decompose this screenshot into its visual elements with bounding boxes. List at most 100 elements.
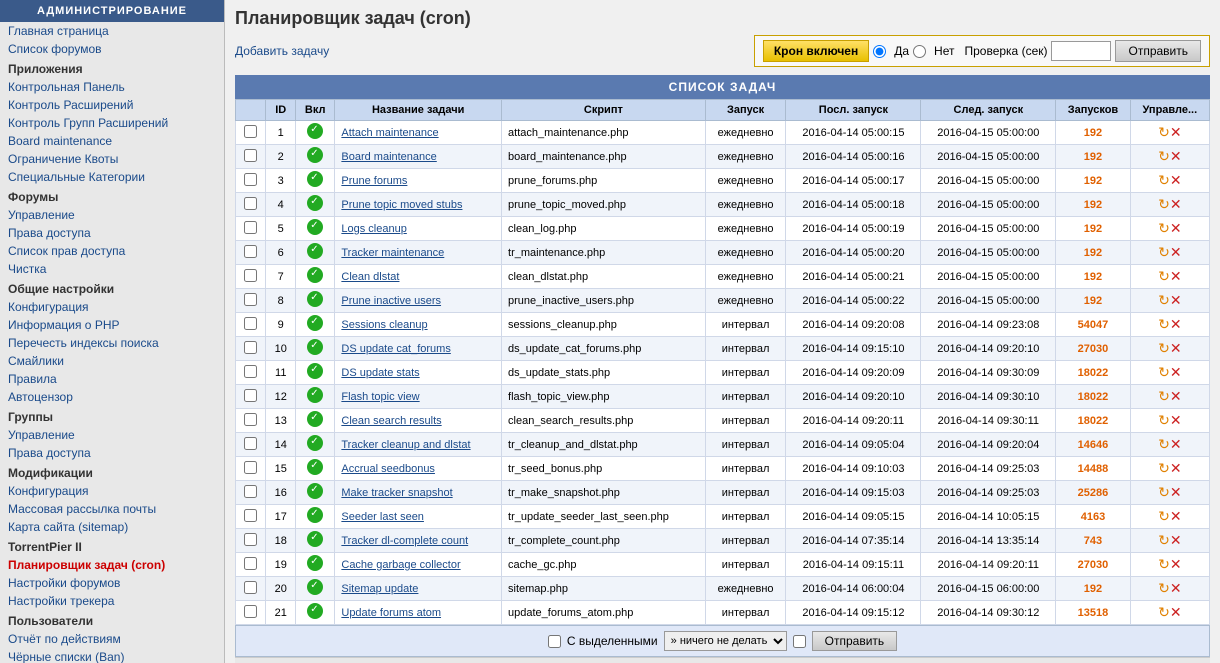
sidebar-link-17[interactable]: Перечесть индексы поиска	[0, 334, 224, 352]
delete-icon[interactable]: ✕	[1170, 436, 1182, 453]
task-name-link[interactable]: Prune inactive users	[341, 295, 441, 307]
delete-icon[interactable]: ✕	[1170, 388, 1182, 405]
sidebar-link-1[interactable]: Список форумов	[0, 40, 224, 58]
cron-enabled-button[interactable]: Крон включен	[763, 40, 869, 62]
edit-icon[interactable]: ↻	[1158, 172, 1170, 189]
delete-icon[interactable]: ✕	[1170, 340, 1182, 357]
sidebar-link-12[interactable]: Список прав доступа	[0, 242, 224, 260]
row-checkbox-3[interactable]	[244, 173, 257, 186]
row-checkbox-5[interactable]	[244, 221, 257, 234]
sidebar-link-20[interactable]: Автоцензор	[0, 388, 224, 406]
edit-icon[interactable]: ↻	[1158, 316, 1170, 333]
select-all-checkbox[interactable]	[548, 635, 561, 648]
task-name-link[interactable]: Prune topic moved stubs	[341, 199, 462, 211]
sidebar-link-8[interactable]: Специальные Категории	[0, 168, 224, 186]
task-name-link[interactable]: Attach maintenance	[341, 127, 438, 139]
delete-icon[interactable]: ✕	[1170, 364, 1182, 381]
row-checkbox-4[interactable]	[244, 197, 257, 210]
row-checkbox-10[interactable]	[244, 341, 257, 354]
task-name-link[interactable]: Sitemap update	[341, 583, 418, 595]
cron-no-radio[interactable]	[913, 45, 926, 58]
delete-icon[interactable]: ✕	[1170, 460, 1182, 477]
task-name-link[interactable]: Cache garbage collector	[341, 559, 460, 571]
bottom-checkbox[interactable]	[793, 635, 806, 648]
row-checkbox-20[interactable]	[244, 581, 257, 594]
edit-icon[interactable]: ↻	[1158, 556, 1170, 573]
sidebar-link-19[interactable]: Правила	[0, 370, 224, 388]
delete-icon[interactable]: ✕	[1170, 604, 1182, 621]
task-name-link[interactable]: Update forums atom	[341, 607, 441, 619]
sidebar-link-26[interactable]: Массовая рассылка почты	[0, 500, 224, 518]
row-checkbox-11[interactable]	[244, 365, 257, 378]
edit-icon[interactable]: ↻	[1158, 532, 1170, 549]
delete-icon[interactable]: ✕	[1170, 196, 1182, 213]
edit-icon[interactable]: ↻	[1158, 604, 1170, 621]
bulk-action-select[interactable]: » ничего не делать» удалить» включить» о…	[664, 631, 787, 651]
edit-icon[interactable]: ↻	[1158, 412, 1170, 429]
task-name-link[interactable]: Prune forums	[341, 175, 407, 187]
cron-yes-radio[interactable]	[873, 45, 886, 58]
row-checkbox-18[interactable]	[244, 533, 257, 546]
sidebar-link-4[interactable]: Контроль Расширений	[0, 96, 224, 114]
edit-icon[interactable]: ↻	[1158, 244, 1170, 261]
edit-icon[interactable]: ↻	[1158, 220, 1170, 237]
sidebar-link-25[interactable]: Конфигурация	[0, 482, 224, 500]
sidebar-link-3[interactable]: Контрольная Панель	[0, 78, 224, 96]
delete-icon[interactable]: ✕	[1170, 508, 1182, 525]
check-value-input[interactable]: 180	[1051, 41, 1111, 61]
row-checkbox-12[interactable]	[244, 389, 257, 402]
delete-icon[interactable]: ✕	[1170, 484, 1182, 501]
sidebar-link-33[interactable]: Отчёт по действиям	[0, 630, 224, 648]
sidebar-link-30[interactable]: Настройки форумов	[0, 574, 224, 592]
edit-icon[interactable]: ↻	[1158, 292, 1170, 309]
sidebar-link-11[interactable]: Права доступа	[0, 224, 224, 242]
row-checkbox-14[interactable]	[244, 437, 257, 450]
row-checkbox-2[interactable]	[244, 149, 257, 162]
row-checkbox-17[interactable]	[244, 509, 257, 522]
edit-icon[interactable]: ↻	[1158, 364, 1170, 381]
row-checkbox-15[interactable]	[244, 461, 257, 474]
task-name-link[interactable]: DS update cat_forums	[341, 343, 450, 355]
sidebar-link-10[interactable]: Управление	[0, 206, 224, 224]
row-checkbox-6[interactable]	[244, 245, 257, 258]
delete-icon[interactable]: ✕	[1170, 268, 1182, 285]
row-checkbox-9[interactable]	[244, 317, 257, 330]
edit-icon[interactable]: ↻	[1158, 508, 1170, 525]
row-checkbox-1[interactable]	[244, 125, 257, 138]
task-name-link[interactable]: Seeder last seen	[341, 511, 424, 523]
delete-icon[interactable]: ✕	[1170, 292, 1182, 309]
delete-icon[interactable]: ✕	[1170, 124, 1182, 141]
edit-icon[interactable]: ↻	[1158, 340, 1170, 357]
task-name-link[interactable]: Clean dlstat	[341, 271, 399, 283]
sidebar-link-7[interactable]: Ограничение Квоты	[0, 150, 224, 168]
task-name-link[interactable]: Logs cleanup	[341, 223, 406, 235]
edit-icon[interactable]: ↻	[1158, 124, 1170, 141]
row-checkbox-19[interactable]	[244, 557, 257, 570]
delete-icon[interactable]: ✕	[1170, 244, 1182, 261]
row-checkbox-8[interactable]	[244, 293, 257, 306]
task-name-link[interactable]: DS update stats	[341, 367, 419, 379]
sidebar-link-6[interactable]: Board maintenance	[0, 132, 224, 150]
sidebar-link-16[interactable]: Информация о PHP	[0, 316, 224, 334]
row-checkbox-16[interactable]	[244, 485, 257, 498]
sidebar-link-22[interactable]: Управление	[0, 426, 224, 444]
task-name-link[interactable]: Tracker maintenance	[341, 247, 444, 259]
edit-icon[interactable]: ↻	[1158, 484, 1170, 501]
task-name-link[interactable]: Sessions cleanup	[341, 319, 427, 331]
task-name-link[interactable]: Tracker dl-complete count	[341, 535, 468, 547]
row-checkbox-13[interactable]	[244, 413, 257, 426]
sidebar-link-34[interactable]: Чёрные списки (Ban)	[0, 648, 224, 663]
row-checkbox-7[interactable]	[244, 269, 257, 282]
sidebar-link-0[interactable]: Главная страница	[0, 22, 224, 40]
task-name-link[interactable]: Flash topic view	[341, 391, 419, 403]
add-task-link[interactable]: Добавить задачу	[235, 44, 329, 58]
task-name-link[interactable]: Board maintenance	[341, 151, 436, 163]
delete-icon[interactable]: ✕	[1170, 556, 1182, 573]
bottom-submit-button[interactable]: Отправить	[812, 631, 898, 651]
sidebar-link-5[interactable]: Контроль Групп Расширений	[0, 114, 224, 132]
sidebar-link-18[interactable]: Смайлики	[0, 352, 224, 370]
task-name-link[interactable]: Accrual seedbonus	[341, 463, 435, 475]
edit-icon[interactable]: ↻	[1158, 580, 1170, 597]
delete-icon[interactable]: ✕	[1170, 172, 1182, 189]
sidebar-link-29[interactable]: Планировщик задач (cron)	[0, 556, 224, 574]
